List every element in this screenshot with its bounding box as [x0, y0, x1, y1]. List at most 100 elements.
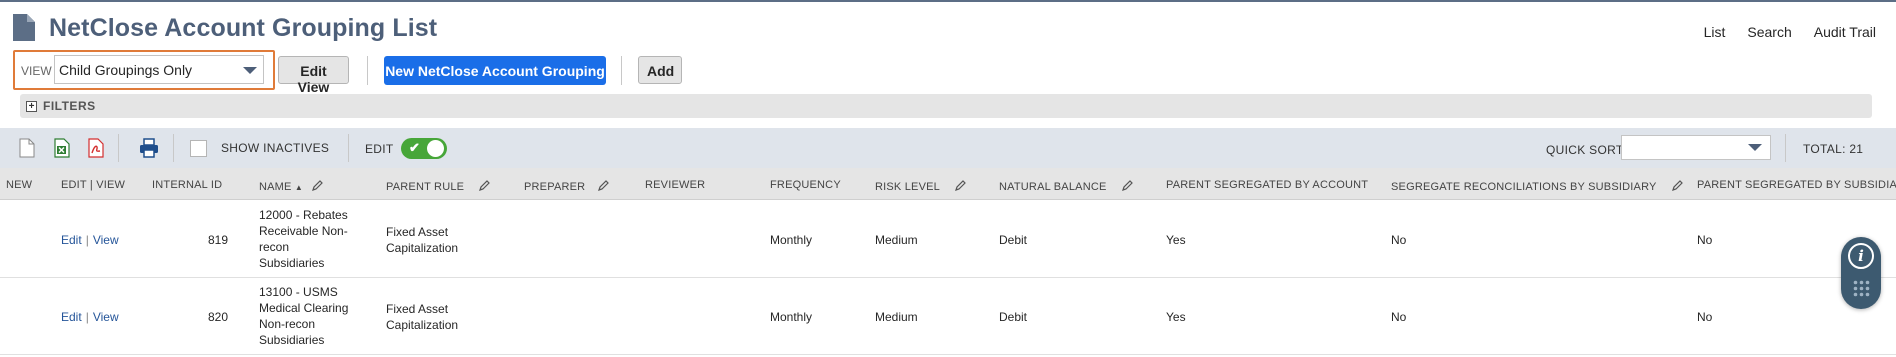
parent-seg-subsidiary-cell: No [1697, 310, 1713, 324]
search-link[interactable]: Search [1747, 24, 1791, 40]
view-select[interactable]: Child Groupings Only [54, 55, 264, 84]
help-widget[interactable]: i [1841, 237, 1881, 309]
toggle-knob [427, 140, 444, 157]
sort-ascending-icon: ▲ [294, 183, 303, 192]
view-select-value: Child Groupings Only [59, 62, 193, 78]
natural-balance-cell: Debit [999, 310, 1028, 324]
col-natural-balance-label: NATURAL BALANCE [999, 181, 1107, 193]
expand-plus-icon[interactable]: + [26, 101, 37, 112]
col-risk-level-label: RISK LEVEL [875, 181, 940, 193]
toolbar-divider [621, 56, 622, 85]
name-cell: 12000 - Rebates Receivable Non- recon Su… [259, 207, 369, 271]
view-label: VIEW [21, 64, 52, 78]
filters-bar[interactable]: + FILTERS [20, 94, 1872, 118]
col-frequency[interactable]: FREQUENCY [770, 179, 841, 191]
seg-recon-subsidiary-cell: No [1391, 310, 1407, 324]
audit-trail-link[interactable]: Audit Trail [1814, 24, 1876, 40]
parent-seg-account-cell: Yes [1166, 233, 1186, 247]
col-preparer-label: PREPARER [524, 181, 586, 193]
export-pdf-icon[interactable] [85, 137, 107, 159]
natural-balance-cell: Debit [999, 233, 1028, 247]
show-inactives-checkbox[interactable] [190, 140, 207, 157]
parent-rule-line: Capitalization [386, 241, 459, 255]
quick-sort-label: QUICK SORT [1546, 143, 1624, 157]
edit-view-links: Edit | View [61, 309, 119, 325]
parent-rule-line: Capitalization [386, 318, 459, 332]
col-seg-recon-subsidiary-label: SEGREGATE RECONCILIATIONS BY SUBSIDIARY [1391, 181, 1657, 193]
pencil-icon[interactable] [1121, 179, 1134, 192]
col-parent-seg-account[interactable]: PARENT SEGREGATED BY ACCOUNT [1166, 179, 1368, 191]
parent-seg-account-cell: Yes [1166, 310, 1186, 324]
frequency-cell: Monthly [770, 233, 813, 247]
new-page-icon[interactable] [16, 137, 38, 159]
add-button[interactable]: Add [638, 56, 682, 84]
pencil-icon[interactable] [597, 179, 610, 192]
col-name[interactable]: NAME ▲ [259, 179, 324, 193]
total-count: TOTAL: 21 [1803, 142, 1864, 156]
table-header: NEW EDIT | VIEW INTERNAL ID NAME ▲ PAREN… [0, 168, 1896, 200]
frequency-cell: Monthly [770, 310, 813, 324]
list-link[interactable]: List [1704, 24, 1726, 40]
col-reviewer[interactable]: REVIEWER [645, 179, 705, 191]
col-natural-balance[interactable]: NATURAL BALANCE [999, 179, 1134, 193]
toolbar-divider [173, 134, 174, 162]
print-icon[interactable] [138, 137, 160, 159]
link-separator: | [85, 310, 89, 324]
chevron-down-icon[interactable] [1748, 144, 1762, 151]
edit-view-button[interactable]: Edit View [278, 56, 349, 95]
new-account-grouping-button[interactable]: New NetClose Account Grouping [384, 56, 606, 85]
col-name-label: NAME [259, 181, 292, 193]
col-preparer[interactable]: PREPARER [524, 179, 610, 193]
check-icon: ✔ [409, 140, 420, 155]
edit-view-links: Edit | View [61, 232, 119, 248]
col-parent-rule[interactable]: PARENT RULE [386, 179, 491, 193]
edit-mode-label: EDIT [365, 142, 394, 156]
edit-link[interactable]: Edit [61, 310, 82, 324]
name-line: recon [259, 240, 290, 254]
name-line: 13100 - USMS [259, 285, 338, 299]
view-link[interactable]: View [93, 233, 119, 247]
col-risk-level[interactable]: RISK LEVEL [875, 179, 967, 193]
quick-sort-select[interactable] [1621, 135, 1771, 160]
parent-rule-cell: Fixed Asset Capitalization [386, 224, 458, 256]
header-links: List Search Audit Trail [1704, 24, 1876, 40]
parent-rule-line: Fixed Asset [386, 302, 449, 316]
edit-mode-toggle[interactable]: ✔ [401, 138, 447, 159]
pencil-icon[interactable] [311, 179, 324, 192]
chevron-down-icon[interactable] [243, 67, 257, 74]
name-line: Non-recon [259, 317, 316, 331]
name-line: Receivable Non- [259, 224, 348, 238]
name-line: 12000 - Rebates [259, 208, 348, 222]
top-accent-line [0, 0, 1896, 2]
internal-id-cell: 819 [208, 233, 229, 247]
link-separator: | [85, 233, 89, 247]
name-line: Subsidiaries [259, 333, 325, 347]
col-new[interactable]: NEW [6, 179, 32, 191]
list-toolbar: SHOW INACTIVES EDIT ✔ QUICK SORT TOTAL: … [0, 128, 1896, 168]
table-row: Edit | View 820 13100 - USMS Medical Clear… [0, 278, 1896, 355]
risk-level-cell: Medium [875, 310, 918, 324]
pencil-icon[interactable] [1671, 179, 1684, 192]
export-excel-icon[interactable] [51, 137, 73, 159]
internal-id-cell: 820 [208, 310, 229, 324]
col-seg-recon-subsidiary[interactable]: SEGREGATE RECONCILIATIONS BY SUBSIDIARY [1391, 179, 1684, 193]
col-parent-rule-label: PARENT RULE [386, 181, 465, 193]
name-line: Subsidiaries [259, 256, 325, 270]
col-internal-id[interactable]: INTERNAL ID [152, 179, 222, 191]
col-edit-view: EDIT | VIEW [61, 179, 126, 191]
pencil-icon[interactable] [478, 179, 491, 192]
parent-seg-subsidiary-cell: No [1697, 233, 1713, 247]
table-row: Edit | View 819 12000 - Rebates Receivable… [0, 201, 1896, 278]
filters-label: FILTERS [43, 99, 96, 113]
pencil-icon[interactable] [954, 179, 967, 192]
col-parent-seg-subsidiary[interactable]: PARENT SEGREGATED BY SUBSIDIARY [1697, 179, 1896, 191]
info-icon[interactable]: i [1848, 243, 1874, 269]
toolbar-divider [1785, 134, 1786, 162]
grid-dots-icon[interactable] [1853, 280, 1870, 297]
toolbar-divider [118, 134, 119, 162]
risk-level-cell: Medium [875, 233, 918, 247]
name-line: Medical Clearing [259, 301, 349, 315]
seg-recon-subsidiary-cell: No [1391, 233, 1407, 247]
edit-link[interactable]: Edit [61, 233, 82, 247]
view-link[interactable]: View [93, 310, 119, 324]
